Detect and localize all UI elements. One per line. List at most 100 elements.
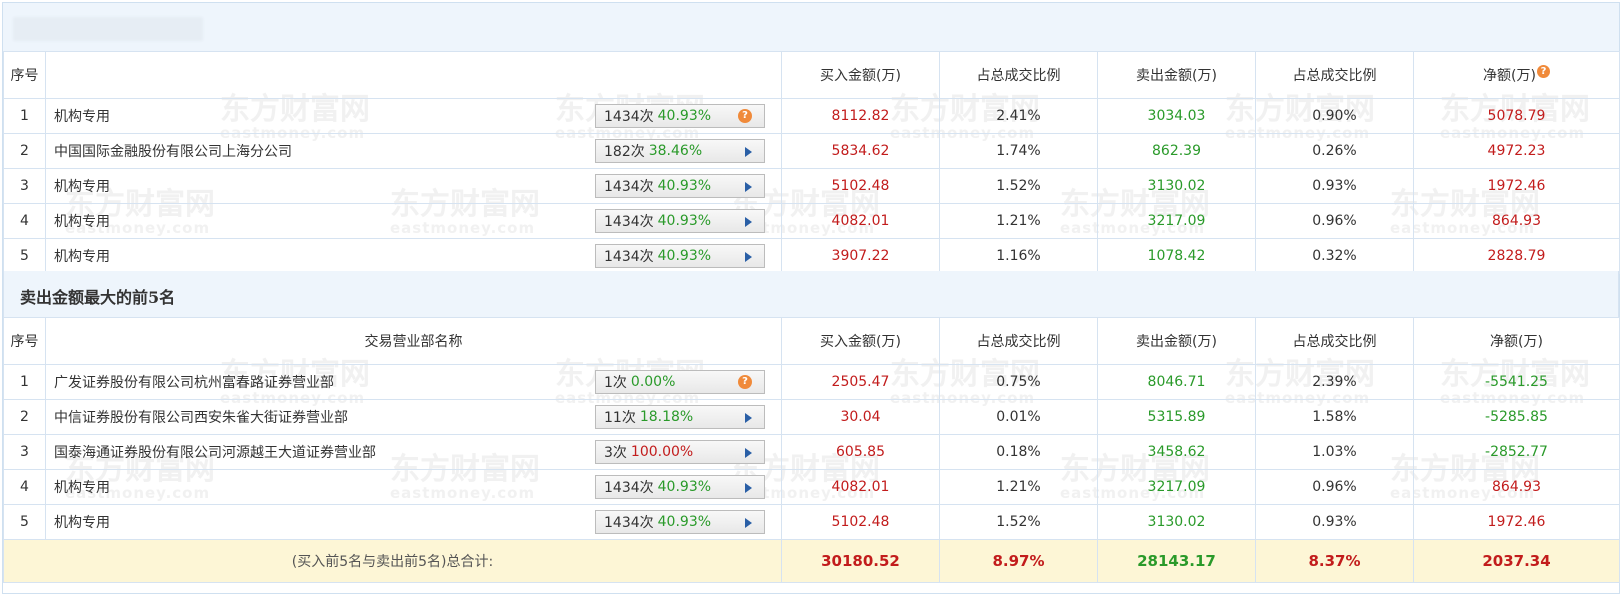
broker-stats-badge[interactable]: 1434次 40.93%	[595, 510, 765, 534]
buy-ratio-cell: 1.74%	[939, 133, 1098, 169]
rank-cell: 3	[3, 168, 46, 204]
sell-ratio-cell: 0.96%	[1255, 203, 1414, 239]
buy-ratio-cell: 1.21%	[939, 469, 1098, 505]
arrow-right-icon[interactable]	[745, 483, 752, 493]
rank-cell: 5	[3, 504, 46, 540]
broker-stats-badge[interactable]: 182次 38.46%	[595, 139, 765, 163]
table-row[interactable]: 3 机构专用 1434次 40.93% 5102.48 1.52% 3130.02 0.93%…	[3, 168, 1620, 204]
arrow-right-icon[interactable]	[745, 413, 752, 423]
broker-name-link[interactable]: 机构专用	[54, 211, 110, 231]
broker-name-wrap: 机构专用 1434次 40.93%	[54, 475, 781, 499]
sell-ratio-cell: 0.93%	[1255, 504, 1414, 540]
table-row[interactable]: 5 机构专用 1434次 40.93% 3907.22 1.16% 1078.42 0.32%…	[3, 238, 1620, 274]
header-row: 序号 交易营业部名称 买入金额(万) 占总成交比例 卖出金额(万) 占总成交比例 净额(万)	[3, 317, 1620, 365]
rank-cell: 5	[3, 238, 46, 274]
header-buy-ratio: 占总成交比例	[939, 317, 1098, 365]
broker-stats-badge[interactable]: 1次 0.00%?	[595, 370, 765, 394]
win-rate: 0.00%	[630, 374, 676, 390]
table-row[interactable]: 2 中信证券股份有限公司西安朱雀大街证券营业部 11次 18.18% 30.04 0.01…	[3, 399, 1620, 435]
sell-amount-cell: 5315.89	[1097, 399, 1256, 435]
appearance-count: 3次	[604, 445, 627, 461]
buy-amount-cell: 5834.62	[781, 133, 940, 169]
win-rate: 40.93%	[657, 248, 712, 264]
buy-ratio-cell: 0.18%	[939, 434, 1098, 470]
appearance-count: 1434次	[604, 480, 654, 496]
total-sell-amount-cell: 28143.17	[1097, 539, 1256, 583]
arrow-right-icon[interactable]	[745, 217, 752, 227]
broker-name-link[interactable]: 中信证券股份有限公司西安朱雀大街证券营业部	[54, 407, 348, 427]
header-sell-ratio: 占总成交比例	[1255, 51, 1414, 99]
broker-stats-badge[interactable]: 3次 100.00%	[595, 440, 765, 464]
broker-name-link[interactable]: 机构专用	[54, 477, 110, 497]
arrow-right-icon[interactable]	[745, 448, 752, 458]
table-row[interactable]: 1 广发证券股份有限公司杭州富春路证券营业部 1次 0.00%? 2505.47 0.75…	[3, 364, 1620, 400]
arrow-right-icon[interactable]	[745, 252, 752, 262]
arrow-right-icon[interactable]	[745, 518, 752, 528]
broker-name-link[interactable]: 广发证券股份有限公司杭州富春路证券营业部	[54, 372, 334, 392]
net-amount-cell: -2852.77	[1413, 434, 1620, 470]
broker-name-link[interactable]: 机构专用	[54, 512, 110, 532]
total-buy-amount-cell: 30180.52	[781, 539, 940, 583]
table-row[interactable]: 2 中国国际金融股份有限公司上海分公司 182次 38.46% 5834.62 1.74%…	[3, 133, 1620, 169]
table-row[interactable]: 3 国泰海通证券股份有限公司河源越王大道证券营业部 3次 100.00% 605.85 0…	[3, 434, 1620, 470]
sell-amount-cell: 8046.71	[1097, 364, 1256, 400]
header-sell-amount: 卖出金额(万)	[1097, 51, 1256, 99]
broker-name-wrap: 广发证券股份有限公司杭州富春路证券营业部 1次 0.00%?	[54, 370, 781, 394]
net-amount-cell: 2828.79	[1413, 238, 1620, 274]
net-amount-cell: 1972.46	[1413, 168, 1620, 204]
sell-section-title: 卖出金额最大的前5名	[3, 271, 1619, 317]
header-sell-amount: 卖出金额(万)	[1097, 317, 1256, 365]
rank-cell: 2	[3, 399, 46, 435]
sell-amount-cell: 3217.09	[1097, 469, 1256, 505]
table-row[interactable]: 5 机构专用 1434次 40.93% 5102.48 1.52% 3130.02 0.93%…	[3, 504, 1620, 540]
header-name-text: 交易营业部名称	[364, 334, 463, 350]
broker-stats-badge[interactable]: 11次 18.18%	[595, 405, 765, 429]
broker-name-link[interactable]: 机构专用	[54, 176, 110, 196]
broker-name-wrap: 中信证券股份有限公司西安朱雀大街证券营业部 11次 18.18%	[54, 405, 781, 429]
table-row[interactable]: 4 机构专用 1434次 40.93% 4082.01 1.21% 3217.09 0.96%…	[3, 469, 1620, 505]
broker-name-cell: 机构专用 1434次 40.93%?	[45, 98, 782, 134]
broker-name-cell: 国泰海通证券股份有限公司河源越王大道证券营业部 3次 100.00%	[45, 434, 782, 470]
rank-cell: 1	[3, 364, 46, 400]
broker-name-cell: 中信证券股份有限公司西安朱雀大街证券营业部 11次 18.18%	[45, 399, 782, 435]
broker-stats-badge[interactable]: 1434次 40.93%	[595, 475, 765, 499]
rank-cell: 4	[3, 203, 46, 239]
help-question-icon[interactable]: ?	[1536, 65, 1550, 78]
total-row: (买入前5名与卖出前5名)总合计: 30180.52 8.97% 28143.17 8.…	[3, 539, 1620, 583]
header-sell-amount-text: 卖出金额(万)	[1136, 334, 1217, 350]
appearance-count: 182次	[604, 144, 645, 160]
broker-name-link[interactable]: 机构专用	[54, 246, 110, 266]
header-rank-text: 序号	[10, 68, 39, 84]
broker-name-cell: 机构专用 1434次 40.93%	[45, 469, 782, 505]
arrow-right-icon[interactable]	[745, 147, 752, 157]
broker-stats-badge[interactable]: 1434次 40.93%?	[595, 104, 765, 128]
question-icon[interactable]: ?	[738, 375, 752, 389]
header-buy-amount: 买入金额(万)	[781, 51, 940, 99]
broker-stats-badge[interactable]: 1434次 40.93%	[595, 244, 765, 268]
sell-ratio-cell: 2.39%	[1255, 364, 1414, 400]
total-buy-amount: 30180.52	[821, 552, 900, 570]
broker-name-link[interactable]: 国泰海通证券股份有限公司河源越王大道证券营业部	[54, 442, 376, 462]
arrow-right-icon[interactable]	[745, 182, 752, 192]
broker-name-link[interactable]: 中国国际金融股份有限公司上海分公司	[54, 141, 292, 161]
win-rate: 38.46%	[648, 143, 703, 159]
sell-amount-cell: 3130.02	[1097, 504, 1256, 540]
header-buy-amount: 买入金额(万)	[781, 317, 940, 365]
buy-amount-cell: 2505.47	[781, 364, 940, 400]
broker-name-link[interactable]: 机构专用	[54, 106, 110, 126]
net-amount-cell: 5078.79	[1413, 98, 1620, 134]
total-buy-ratio-cell: 8.97%	[939, 539, 1098, 583]
broker-stats-badge[interactable]: 1434次 40.93%	[595, 174, 765, 198]
sell-amount-cell: 3034.03	[1097, 98, 1256, 134]
header-net-amount-text: 净额(万)	[1490, 334, 1543, 350]
win-rate: 40.93%	[657, 514, 712, 530]
question-icon[interactable]: ?	[738, 109, 752, 123]
broker-stats-badge[interactable]: 1434次 40.93%	[595, 209, 765, 233]
sell-amount-cell: 862.39	[1097, 133, 1256, 169]
sell-ratio-cell: 0.32%	[1255, 238, 1414, 274]
sell-ratio-cell: 0.93%	[1255, 168, 1414, 204]
sell-ratio-cell: 1.03%	[1255, 434, 1414, 470]
header-rank: 序号	[3, 51, 46, 99]
table-row[interactable]: 4 机构专用 1434次 40.93% 4082.01 1.21% 3217.09 0.96%…	[3, 203, 1620, 239]
table-row[interactable]: 1 机构专用 1434次 40.93%? 8112.82 2.41% 3034.03 0.90…	[3, 98, 1620, 134]
